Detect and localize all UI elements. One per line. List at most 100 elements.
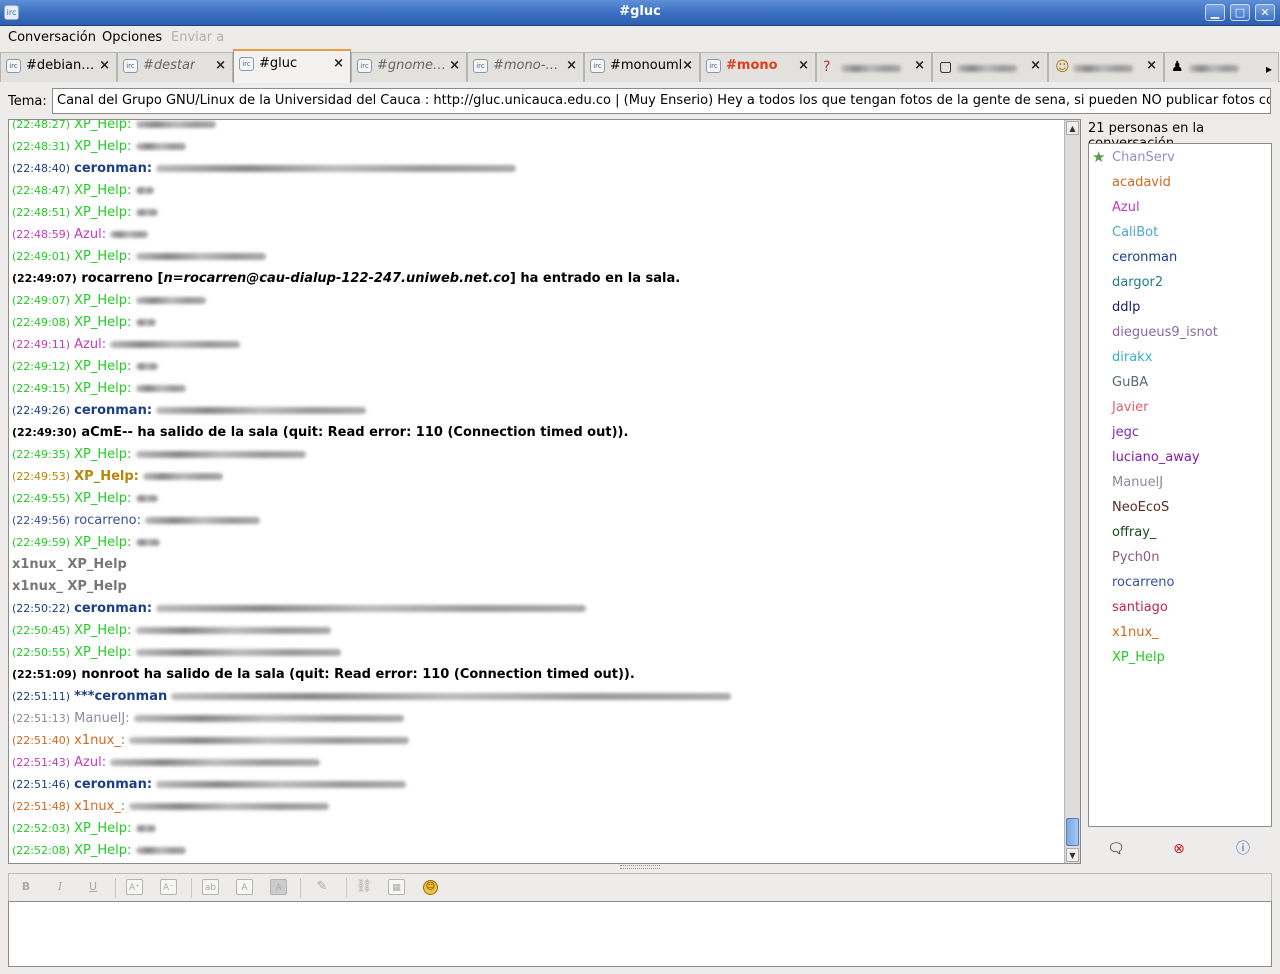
- nickname[interactable]: XP_Help:: [74, 843, 131, 858]
- user-list-item[interactable]: dirakx: [1089, 345, 1271, 370]
- close-tab-icon[interactable]: ×: [1030, 58, 1041, 73]
- user-list-item[interactable]: santiago: [1089, 595, 1271, 620]
- nickname[interactable]: XP_Help:: [74, 469, 139, 484]
- user-list-item[interactable]: acadavid: [1089, 170, 1271, 195]
- menu-conversacion[interactable]: Conversación: [8, 30, 96, 45]
- close-tab-icon[interactable]: ×: [566, 58, 577, 73]
- close-tab-icon[interactable]: ×: [215, 58, 226, 73]
- info-icon[interactable]: ⓘ: [1233, 840, 1253, 858]
- tab-channel[interactable]: irc #mono-… ×: [467, 52, 584, 82]
- chat-log[interactable]: (22:48:27) XP_Help: (22:48:31) XP_Help: …: [8, 119, 1081, 864]
- user-list-item[interactable]: diegueus9_isnot: [1089, 320, 1271, 345]
- tab-channel[interactable]: irc #mono ×: [700, 52, 816, 82]
- nickname[interactable]: Azul:: [74, 755, 106, 770]
- chat-scrollbar[interactable]: ▲ ▼: [1064, 120, 1080, 863]
- user-list-item[interactable]: Pych0n: [1089, 545, 1271, 570]
- user-list-item[interactable]: NeoEcoS: [1089, 495, 1271, 520]
- tab-channel[interactable]: irc #destar ×: [117, 52, 233, 82]
- user-list[interactable]: ★ ChanServ acadavid Azul CaliBot ceronman darg…: [1088, 143, 1272, 827]
- fg-color-icon[interactable]: A: [236, 879, 253, 895]
- topic-field[interactable]: Canal del Grupo GNU/Linux de la Universi…: [52, 88, 1271, 114]
- nickname[interactable]: XP_Help:: [74, 205, 131, 220]
- clear-format-icon[interactable]: ✎: [313, 878, 331, 896]
- message-input[interactable]: [8, 901, 1272, 967]
- nickname[interactable]: XP_Help:: [74, 120, 131, 132]
- nickname[interactable]: ***ceronman: [74, 689, 167, 704]
- user-list-item[interactable]: dargor2: [1089, 270, 1271, 295]
- scroll-up-icon[interactable]: ▲: [1066, 121, 1079, 135]
- tab-scroll-icon[interactable]: ▸: [1266, 62, 1272, 76]
- user-list-item[interactable]: x1nux_: [1089, 620, 1271, 645]
- font-face-icon[interactable]: ab: [202, 879, 219, 895]
- maximize-button[interactable]: □: [1230, 4, 1250, 21]
- nickname[interactable]: rocarreno: [81, 271, 153, 286]
- close-tab-icon[interactable]: ×: [333, 56, 344, 71]
- user-list-item[interactable]: CaliBot: [1089, 220, 1271, 245]
- user-list-item[interactable]: Azul: [1089, 195, 1271, 220]
- tab-private[interactable]: ▢ ×: [932, 52, 1048, 82]
- nickname[interactable]: XP_Help:: [74, 249, 131, 264]
- user-list-item[interactable]: rocarreno: [1089, 570, 1271, 595]
- nickname[interactable]: XP_Help:: [74, 821, 131, 836]
- tab-channel[interactable]: irc #debian… ×: [0, 52, 117, 82]
- nickname[interactable]: XP_Help:: [74, 381, 131, 396]
- user-list-item[interactable]: luciano_away: [1089, 445, 1271, 470]
- nickname[interactable]: XP_Help:: [74, 359, 131, 374]
- nickname[interactable]: XP_Help:: [74, 293, 131, 308]
- nickname[interactable]: XP_Help:: [74, 535, 131, 550]
- close-tab-icon[interactable]: ×: [798, 58, 809, 73]
- user-list-item[interactable]: ceronman: [1089, 245, 1271, 270]
- bg-color-icon[interactable]: A: [270, 879, 287, 895]
- tab-channel[interactable]: irc #gnome… ×: [351, 52, 467, 82]
- close-tab-icon[interactable]: ×: [99, 58, 110, 73]
- italic-button[interactable]: I: [51, 878, 69, 896]
- close-tab-icon[interactable]: ×: [449, 58, 460, 73]
- nickname[interactable]: nonroot: [81, 667, 139, 682]
- nickname[interactable]: x1nux_ XP_Help: [12, 557, 127, 572]
- scroll-thumb[interactable]: [1066, 818, 1079, 846]
- tab-private[interactable]: ♟ ▸: [1164, 52, 1279, 82]
- nickname[interactable]: x1nux_:: [74, 799, 125, 814]
- tab-channel[interactable]: irc #monouml ×: [584, 52, 700, 82]
- user-list-item[interactable]: ManuelJ: [1089, 470, 1271, 495]
- tab-private[interactable]: ☺ ×: [1048, 52, 1164, 82]
- close-window-button[interactable]: ✕: [1255, 4, 1275, 21]
- nickname[interactable]: XP_Help:: [74, 623, 131, 638]
- minimize-button[interactable]: ▁: [1205, 4, 1225, 21]
- nickname[interactable]: XP_Help:: [74, 315, 131, 330]
- im-icon[interactable]: 🗨: [1106, 840, 1126, 858]
- nickname[interactable]: Azul:: [74, 337, 106, 352]
- nickname[interactable]: XP_Help:: [74, 139, 131, 154]
- font-shrink-icon[interactable]: A⁻: [160, 879, 177, 895]
- nickname[interactable]: XP_Help:: [74, 491, 131, 506]
- scroll-down-icon[interactable]: ▼: [1066, 848, 1079, 862]
- user-list-item[interactable]: jegc: [1089, 420, 1271, 445]
- close-tab-icon[interactable]: ×: [1146, 58, 1157, 73]
- user-list-item[interactable]: ddlp: [1089, 295, 1271, 320]
- menu-opciones[interactable]: Opciones: [102, 30, 162, 45]
- underline-button[interactable]: U: [84, 878, 102, 896]
- nickname[interactable]: XP_Help:: [74, 183, 131, 198]
- nickname[interactable]: ManuelJ:: [74, 711, 130, 726]
- ban-icon[interactable]: ⊗: [1169, 840, 1189, 858]
- smiley-icon[interactable]: ☺: [423, 880, 438, 895]
- user-list-item[interactable]: GuBA: [1089, 370, 1271, 395]
- nickname[interactable]: ceronman:: [74, 403, 152, 418]
- bold-button[interactable]: B: [17, 878, 35, 896]
- nickname[interactable]: Azul:: [74, 227, 106, 242]
- nickname[interactable]: x1nux_:: [74, 733, 125, 748]
- close-tab-icon[interactable]: ×: [914, 58, 925, 73]
- tab-channel[interactable]: irc #gluc ×: [233, 49, 351, 83]
- nickname[interactable]: aCmE--: [81, 425, 133, 440]
- image-icon[interactable]: ▦: [388, 879, 405, 895]
- nickname[interactable]: ceronman:: [74, 777, 152, 792]
- nickname[interactable]: ceronman:: [74, 601, 152, 616]
- nickname[interactable]: XP_Help:: [74, 447, 131, 462]
- link-icon[interactable]: ⛓: [355, 878, 373, 896]
- nickname[interactable]: XP_Help:: [74, 645, 131, 660]
- nickname[interactable]: x1nux_ XP_Help: [12, 579, 127, 594]
- user-list-item[interactable]: XP_Help: [1089, 645, 1271, 670]
- user-list-item[interactable]: offray_: [1089, 520, 1271, 545]
- user-list-item[interactable]: Javier: [1089, 395, 1271, 420]
- font-grow-icon[interactable]: A⁺: [126, 879, 143, 895]
